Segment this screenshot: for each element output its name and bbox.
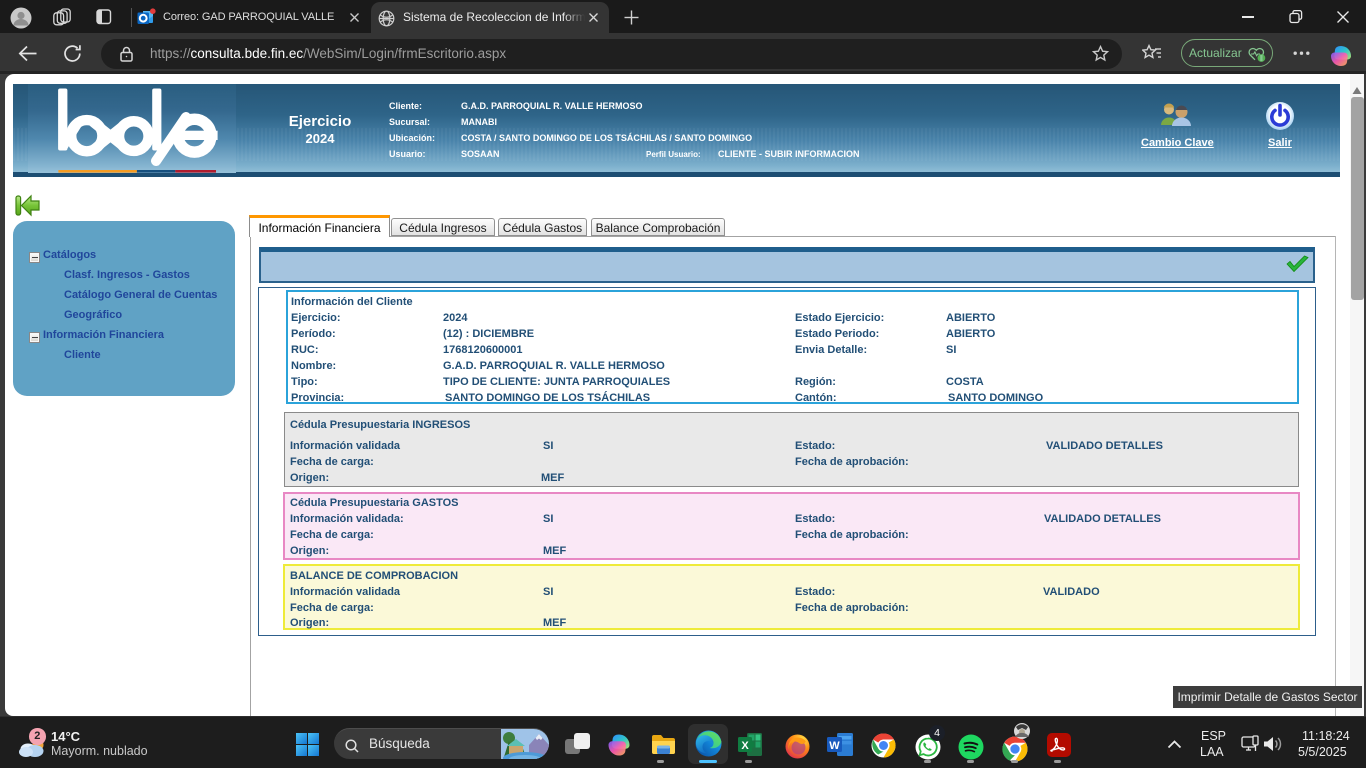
svg-text:X: X	[741, 740, 749, 752]
svg-text:W: W	[829, 740, 840, 752]
